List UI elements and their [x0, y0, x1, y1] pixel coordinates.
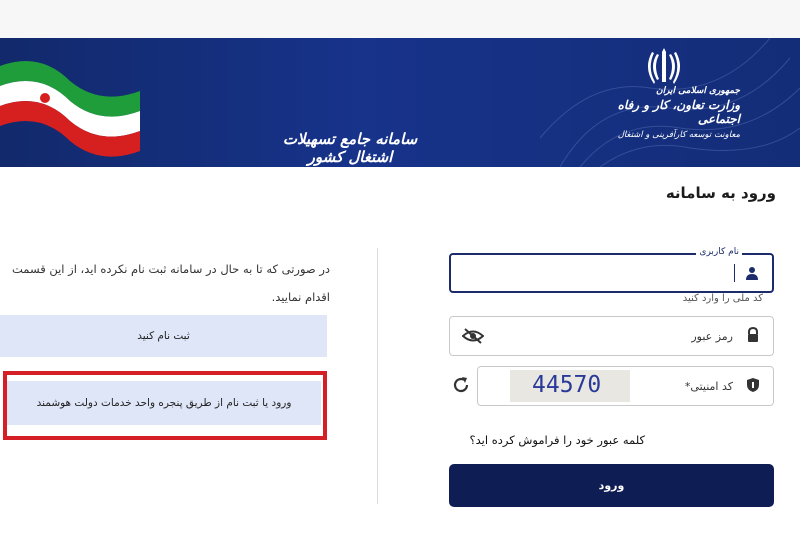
login-button[interactable]: ورود [449, 464, 774, 507]
register-info-text: در صورتی که تا به حال در سامانه ثبت نام … [12, 262, 330, 304]
login-title: ورود به سامانه [665, 184, 776, 202]
password-placeholder: رمز عبور [691, 330, 733, 343]
captcha-label: کد امنیتی* [684, 380, 733, 393]
refresh-captcha-icon[interactable] [451, 375, 471, 395]
ministry-line1: جمهوری اسلامی ایران [655, 86, 740, 96]
username-separator [734, 264, 735, 282]
sso-login-button[interactable]: ورود یا ثبت نام از طریق پنجره واحد خدمات… [7, 381, 321, 425]
national-emblem-icon [647, 48, 681, 84]
ministry-line3: معاونت توسعه کارآفرینی و اشتغال [617, 130, 740, 140]
shield-icon [747, 378, 759, 392]
lock-icon [748, 327, 758, 342]
column-divider [377, 248, 378, 504]
iran-flag-icon [0, 61, 140, 157]
top-strip [0, 0, 800, 38]
username-field[interactable]: نام کاربری [449, 247, 774, 293]
captcha-text: 44570 [532, 372, 602, 398]
username-input[interactable] [461, 261, 728, 285]
ministry-block: جمهوری اسلامی ایران وزارت تعاون، کار و ر… [585, 86, 740, 140]
captcha-image: 44570 [510, 370, 630, 402]
username-hint: کد ملی را وارد کنید [682, 293, 763, 304]
password-field[interactable]: رمز عبور [449, 316, 774, 356]
username-label: نام کاربری [696, 247, 742, 257]
system-title: سامانه جامع تسهیلات اشتغال کشور [282, 130, 418, 166]
hide-password-icon[interactable] [462, 327, 484, 345]
ministry-line2: وزارت تعاون، کار و رفاه اجتماعی [617, 98, 740, 126]
register-button[interactable]: ثبت نام کنید [0, 315, 327, 357]
user-icon [746, 267, 758, 280]
captcha-field[interactable]: کد امنیتی* 44570 [477, 366, 774, 406]
forgot-password-link[interactable]: کلمه عبور خود را فراموش کرده اید؟ [449, 433, 645, 447]
